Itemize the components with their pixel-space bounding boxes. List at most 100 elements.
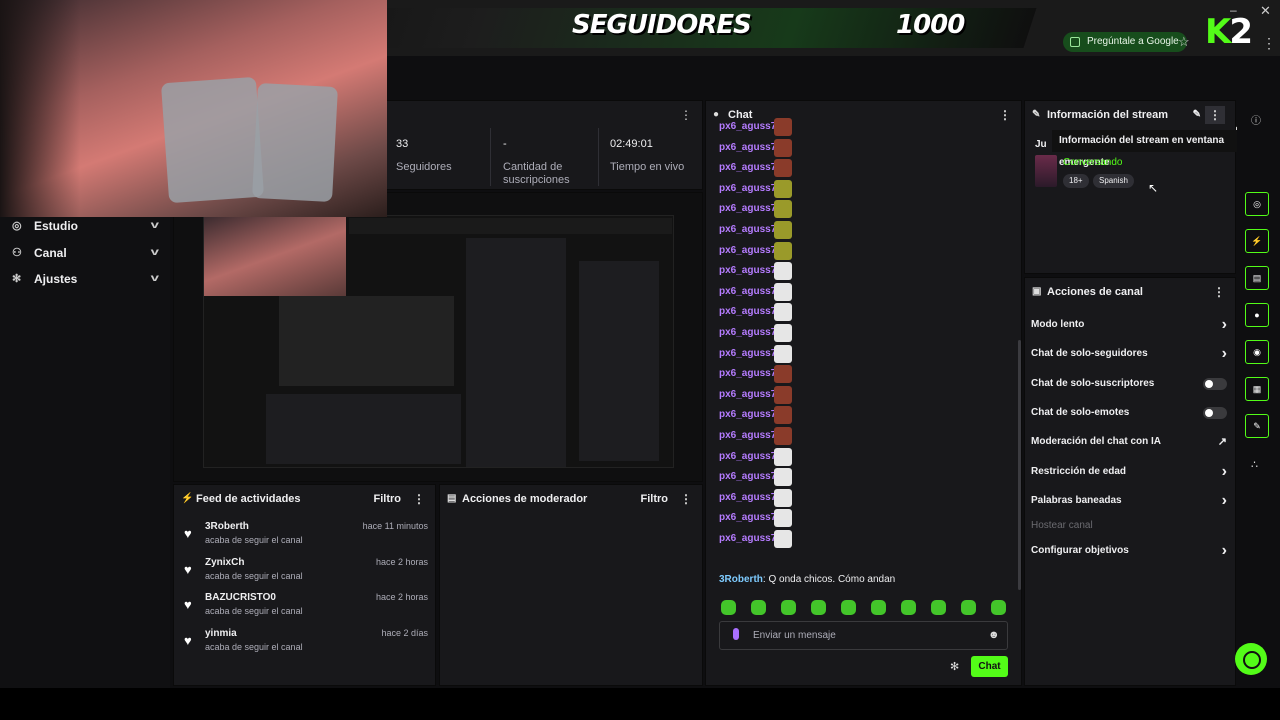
toggle-switch[interactable] bbox=[1203, 407, 1227, 419]
channel-action-label: Chat de solo-suscriptores bbox=[1031, 378, 1155, 389]
chat-username[interactable]: px6_aguss7 bbox=[719, 368, 776, 379]
emoji-icon[interactable]: ☻ bbox=[988, 629, 1000, 641]
chat-username[interactable]: px6_aguss7 bbox=[719, 203, 776, 214]
studio-rail-icon[interactable]: ◎ bbox=[1245, 192, 1269, 216]
emote-picker-icon[interactable] bbox=[811, 600, 826, 615]
feed-filter-button[interactable]: Filtro bbox=[374, 485, 402, 513]
chat-username[interactable]: px6_aguss7 bbox=[719, 327, 776, 338]
feed-user[interactable]: ZynixCh bbox=[205, 557, 244, 568]
mod-menu-icon[interactable]: ⋮ bbox=[680, 485, 692, 513]
layout-rail-icon[interactable]: ▦ bbox=[1245, 377, 1269, 401]
stream-info-menu-icon[interactable]: ⋮ bbox=[1205, 106, 1225, 124]
ask-google-button[interactable]: Pregúntale a Google bbox=[1063, 32, 1187, 52]
feed-user[interactable]: yinmia bbox=[205, 628, 237, 639]
toggle-switch[interactable] bbox=[1203, 378, 1227, 390]
chat-message: px6_aguss7: bbox=[719, 427, 799, 445]
stream-preview[interactable] bbox=[203, 215, 674, 468]
emote-picker-icon[interactable] bbox=[751, 600, 766, 615]
sidebar-item-canal[interactable]: ⚇ Canal v bbox=[12, 242, 162, 264]
channel-actions-menu-icon[interactable]: ⋮ bbox=[1213, 278, 1225, 306]
right-rail: ⓘ ◎ ⚡ ▤ ● ◉ ▦ ✎ ∴ bbox=[1237, 100, 1280, 688]
sidebar-item-estudio[interactable]: ◎ Estudio v bbox=[12, 215, 162, 237]
chat-message: px6_aguss7: bbox=[719, 241, 799, 260]
emote-picker-icon[interactable] bbox=[781, 600, 796, 615]
feed-user[interactable]: BAZUCRISTO0 bbox=[205, 592, 276, 603]
apps-icon[interactable]: ∴ bbox=[1251, 458, 1258, 471]
chat-username[interactable]: px6_aguss7 bbox=[719, 162, 776, 173]
followers-label: SEGUIDORES bbox=[572, 10, 752, 40]
emote-picker-icon[interactable] bbox=[901, 600, 916, 615]
info-icon[interactable]: ⓘ bbox=[1251, 112, 1261, 127]
chat-username[interactable]: px6_aguss7 bbox=[719, 224, 776, 235]
broadcast-rail-icon[interactable]: ◉ bbox=[1245, 340, 1269, 364]
channel-action-item[interactable]: Restricción de edad › bbox=[1031, 463, 1227, 481]
channel-action-item[interactable]: Moderación del chat con IA ↗ bbox=[1031, 433, 1227, 451]
chat-message: px6_aguss7: bbox=[719, 118, 799, 136]
chat-username[interactable]: 3Roberth bbox=[719, 574, 763, 585]
chevron-right-icon: › bbox=[1221, 542, 1227, 559]
emote-picker-icon[interactable] bbox=[961, 600, 976, 615]
chat-rail-icon[interactable]: ● bbox=[1245, 303, 1269, 327]
chat-username[interactable]: px6_aguss7 bbox=[719, 348, 776, 359]
channel-actions-icon: ▣ bbox=[1032, 286, 1042, 297]
support-icon[interactable] bbox=[1235, 643, 1267, 675]
stream-category[interactable]: Conversando bbox=[1063, 157, 1122, 168]
mic-icon[interactable] bbox=[733, 628, 739, 640]
emote-picker-icon[interactable] bbox=[871, 600, 886, 615]
chat-username[interactable]: px6_aguss7 bbox=[719, 306, 776, 317]
channel-action-item[interactable]: Hostear canal bbox=[1031, 517, 1227, 535]
feed-menu-icon[interactable]: ⋮ bbox=[413, 485, 425, 513]
wrench-icon: ✎ bbox=[1032, 109, 1041, 120]
channel-action-item[interactable]: Chat de solo-emotes bbox=[1031, 404, 1227, 422]
channel-action-item[interactable]: Configurar objetivos › bbox=[1031, 542, 1227, 560]
feed-user[interactable]: 3Roberth bbox=[205, 521, 249, 532]
sidebar-item-label: Estudio bbox=[34, 219, 78, 233]
chat-username[interactable]: px6_aguss7 bbox=[719, 265, 776, 276]
chat-input[interactable]: Enviar un mensaje bbox=[719, 621, 1008, 650]
send-chat-button[interactable]: Chat bbox=[971, 656, 1008, 677]
channel-action-item[interactable]: Modo lento › bbox=[1031, 316, 1227, 334]
edit-icon[interactable]: ✎ bbox=[1193, 101, 1201, 129]
chat-username[interactable]: px6_aguss7 bbox=[719, 533, 776, 544]
chat-scrollbar[interactable] bbox=[1018, 340, 1021, 590]
chat-username[interactable]: px6_aguss7 bbox=[719, 512, 776, 523]
emote-picker-icon[interactable] bbox=[931, 600, 946, 615]
document-rail-icon[interactable]: ▤ bbox=[1245, 266, 1269, 290]
minimize-button[interactable]: – bbox=[1230, 3, 1237, 17]
emote-picker-icon[interactable] bbox=[721, 600, 736, 615]
chat-username[interactable]: px6_aguss7 bbox=[719, 492, 776, 503]
preview-actions bbox=[579, 261, 659, 461]
list-item: ♥ BAZUCRISTO0 acaba de seguir el canal h… bbox=[184, 592, 428, 626]
close-button[interactable]: ✕ bbox=[1260, 3, 1271, 19]
browser-menu-icon[interactable]: ⋮ bbox=[1262, 35, 1276, 52]
emote-picker-icon[interactable] bbox=[991, 600, 1006, 615]
chat-username[interactable]: px6_aguss7 bbox=[719, 121, 776, 132]
channel-action-item[interactable]: Chat de solo-suscriptores bbox=[1031, 375, 1227, 393]
star-icon[interactable]: ☆ bbox=[1178, 34, 1190, 50]
chat-menu-icon[interactable]: ⋮ bbox=[999, 101, 1011, 129]
channel-action-item[interactable]: Palabras baneadas › bbox=[1031, 492, 1227, 510]
chat-username[interactable]: px6_aguss7 bbox=[719, 409, 776, 420]
bolt-icon: ⚡ bbox=[181, 493, 194, 504]
chat-username[interactable]: px6_aguss7 bbox=[719, 389, 776, 400]
stats-menu-icon[interactable]: ⋮ bbox=[680, 101, 692, 129]
chat-username[interactable]: px6_aguss7 bbox=[719, 142, 776, 153]
chat-settings-icon[interactable]: ✻ bbox=[950, 660, 959, 673]
preview-webcam bbox=[204, 216, 346, 296]
chat-username[interactable]: px6_aguss7 bbox=[719, 286, 776, 297]
chat-username[interactable]: px6_aguss7 bbox=[719, 430, 776, 441]
external-link-icon: ↗ bbox=[1217, 436, 1227, 448]
channel-action-label: Chat de solo-seguidores bbox=[1031, 348, 1148, 359]
chat-username[interactable]: px6_aguss7 bbox=[719, 245, 776, 256]
emote-icon bbox=[774, 241, 792, 260]
sidebar-item-ajustes[interactable]: ✻ Ajustes v bbox=[12, 268, 162, 290]
feed-time: hace 11 minutos bbox=[362, 521, 428, 531]
chat-username[interactable]: px6_aguss7 bbox=[719, 451, 776, 462]
channel-action-item[interactable]: Chat de solo-seguidores › bbox=[1031, 345, 1227, 363]
mod-filter-button[interactable]: Filtro bbox=[641, 485, 669, 513]
emote-picker-icon[interactable] bbox=[841, 600, 856, 615]
bolt-rail-icon[interactable]: ⚡ bbox=[1245, 229, 1269, 253]
wrench-rail-icon[interactable]: ✎ bbox=[1245, 414, 1269, 438]
chat-username[interactable]: px6_aguss7 bbox=[719, 183, 776, 194]
chat-username[interactable]: px6_aguss7 bbox=[719, 471, 776, 482]
